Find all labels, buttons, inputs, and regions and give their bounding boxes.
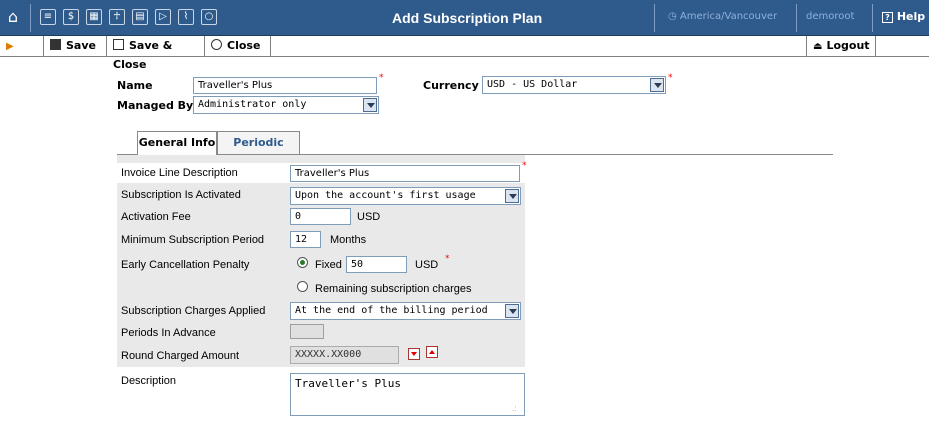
fixed-label: Fixed bbox=[315, 259, 342, 271]
invoice-line-input[interactable]: Traveller's Plus bbox=[290, 165, 520, 182]
required-marker: * bbox=[379, 73, 384, 83]
managed-by-select[interactable]: Administrator only bbox=[193, 96, 379, 114]
help-icon: ? bbox=[882, 12, 893, 23]
charges-applied-label: Subscription Charges Applied bbox=[121, 305, 266, 317]
activation-fee-label: Activation Fee bbox=[121, 211, 191, 223]
logout-button[interactable]: ⏏ Logout bbox=[806, 36, 876, 56]
remaining-radio[interactable] bbox=[297, 281, 308, 292]
charges-applied-value: At the end of the billing period bbox=[295, 305, 488, 316]
description-label: Description bbox=[121, 375, 177, 387]
divider bbox=[654, 4, 655, 32]
play-arrow-icon: ▶ bbox=[6, 41, 14, 52]
managed-by-label: Managed By bbox=[117, 99, 194, 112]
page-title: Add Subscription Plan bbox=[392, 10, 543, 26]
chevron-down-icon bbox=[650, 78, 664, 92]
export-icon[interactable]: ▷ bbox=[155, 9, 171, 25]
remaining-label: Remaining subscription charges bbox=[315, 283, 472, 295]
divider bbox=[796, 4, 797, 32]
activated-select[interactable]: Upon the account's first usage bbox=[290, 187, 521, 205]
tab-general-info[interactable]: General Info bbox=[137, 131, 217, 155]
activation-fee-unit: USD bbox=[357, 211, 381, 223]
chart-icon[interactable]: ⌇ bbox=[178, 9, 194, 25]
min-period-label: Minimum Subscription Period bbox=[121, 234, 265, 246]
table-icon[interactable]: ▤ bbox=[132, 9, 148, 25]
round-amount-field: XXXXX.XX000 bbox=[290, 346, 399, 364]
activated-value: Upon the account's first usage bbox=[295, 190, 476, 201]
currency-select[interactable]: USD - US Dollar bbox=[482, 76, 666, 94]
logout-icon: ⏏ bbox=[813, 41, 823, 52]
help-link[interactable]: ? Help bbox=[882, 10, 925, 23]
chevron-down-icon bbox=[363, 98, 377, 112]
early-cancel-label: Early Cancellation Penalty bbox=[121, 259, 250, 271]
grid-icon[interactable]: ▦ bbox=[86, 9, 102, 25]
save-close-icon bbox=[113, 39, 124, 50]
search-icon[interactable]: ○ bbox=[201, 9, 217, 25]
charges-applied-select[interactable]: At the end of the billing period bbox=[290, 302, 521, 320]
tab-periodic-fees[interactable]: Periodic Fees bbox=[217, 131, 300, 171]
required-marker: * bbox=[522, 161, 527, 171]
managed-by-value: Administrator only bbox=[198, 99, 307, 110]
save-close-button[interactable]: Save & Close bbox=[107, 36, 205, 71]
fixed-radio[interactable] bbox=[297, 257, 308, 268]
round-label: Round Charged Amount bbox=[121, 350, 240, 362]
divider bbox=[872, 4, 873, 32]
currency-label: Currency bbox=[423, 79, 479, 92]
list-icon[interactable]: ≡ bbox=[40, 9, 56, 25]
toolbar: ▶ Save Save & Close Close ⏏ Logout bbox=[0, 36, 929, 71]
name-input[interactable]: Traveller's Plus bbox=[193, 77, 377, 94]
activation-fee-input[interactable]: 0 bbox=[290, 208, 351, 225]
fixed-penalty-input[interactable]: 50 bbox=[346, 256, 407, 273]
user-link[interactable]: demoroot bbox=[806, 11, 854, 22]
invoice-line-label: Invoice Line Description bbox=[121, 167, 238, 179]
min-period-input[interactable]: 12 bbox=[290, 231, 321, 248]
required-marker: * bbox=[445, 254, 450, 264]
periods-advance-input bbox=[290, 324, 324, 339]
top-navigation-bar: ⌂ ≡ $ ▦ ☥ ▤ ▷ ⌇ ○ Add Subscription Plan … bbox=[0, 0, 929, 36]
round-increase-icon[interactable] bbox=[426, 346, 438, 358]
chevron-down-icon bbox=[505, 304, 519, 318]
save-button[interactable]: Save bbox=[44, 36, 107, 56]
divider bbox=[30, 4, 31, 32]
save-icon bbox=[50, 39, 61, 50]
resize-grip-icon[interactable]: .: bbox=[512, 404, 516, 413]
chevron-down-icon bbox=[505, 189, 519, 203]
close-button[interactable]: Close bbox=[205, 36, 271, 56]
timezone-link[interactable]: ◷ America/Vancouver bbox=[668, 11, 777, 22]
required-marker: * bbox=[668, 73, 673, 83]
fixed-penalty-unit: USD bbox=[415, 259, 439, 271]
dollar-icon[interactable]: $ bbox=[63, 9, 79, 25]
min-period-unit: Months bbox=[330, 234, 367, 246]
home-icon[interactable]: ⌂ bbox=[4, 7, 22, 27]
activated-label: Subscription Is Activated bbox=[121, 189, 241, 201]
person-icon[interactable]: ☥ bbox=[109, 9, 125, 25]
toolbar-indicator: ▶ bbox=[0, 36, 44, 56]
description-textarea[interactable]: Traveller's Plus bbox=[290, 373, 525, 416]
clock-icon: ◷ bbox=[668, 11, 680, 22]
round-decrease-icon[interactable] bbox=[408, 348, 420, 360]
name-label: Name bbox=[117, 79, 153, 92]
currency-value: USD - US Dollar bbox=[487, 79, 578, 90]
close-icon bbox=[211, 39, 222, 50]
periods-advance-label: Periods In Advance bbox=[121, 327, 216, 339]
